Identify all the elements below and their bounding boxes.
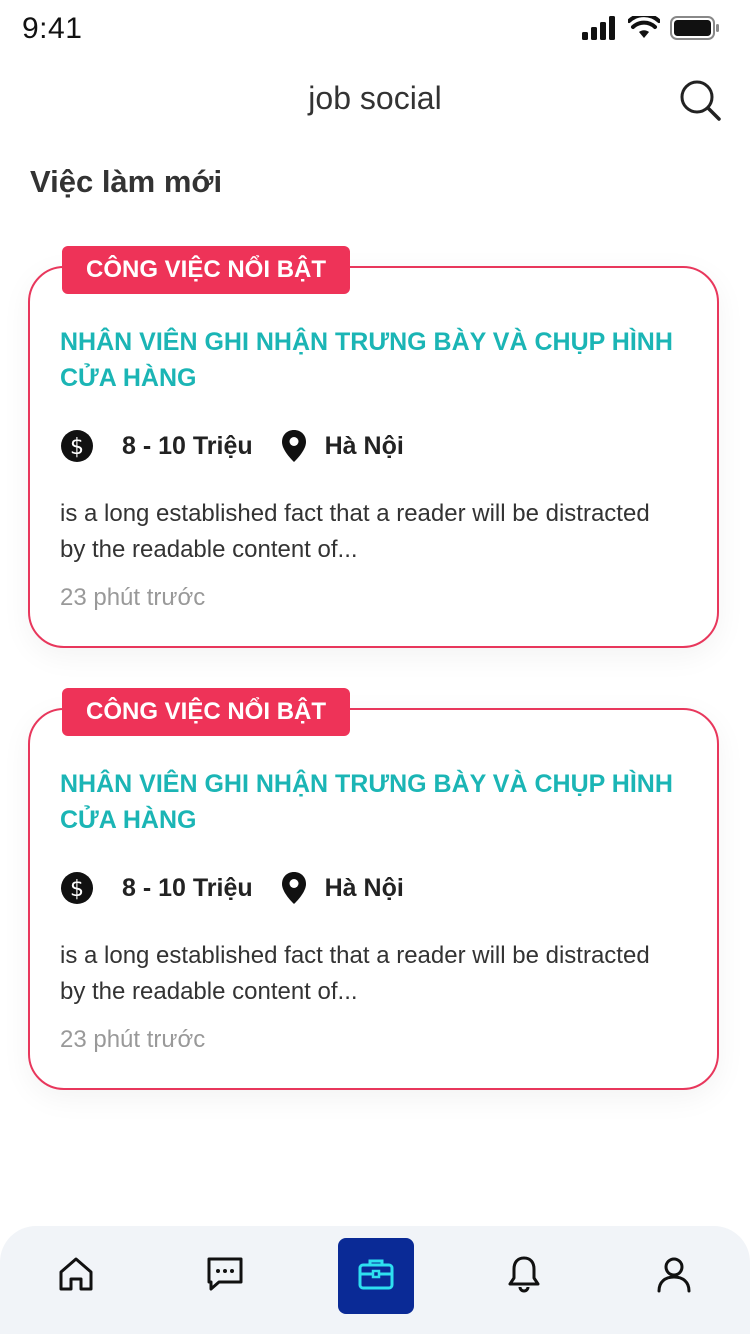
nav-notifications[interactable] [486, 1238, 562, 1314]
job-meta: $ 8 - 10 Triệu Hà Nội [60, 428, 404, 464]
location-pin-icon [277, 871, 311, 905]
bottom-nav [0, 1226, 750, 1334]
dollar-icon: $ [60, 429, 94, 463]
battery-icon [670, 16, 720, 45]
home-icon [56, 1254, 96, 1299]
job-meta: $ 8 - 10 Triệu Hà Nội [60, 870, 404, 906]
job-description: is a long established fact that a reader… [60, 500, 650, 563]
job-title[interactable]: NHÂN VIÊN GHI NHẬN TRƯNG BÀY VÀ CHỤP HÌN… [60, 324, 680, 396]
search-button[interactable] [676, 78, 724, 126]
job-card[interactable]: CÔNG VIỆC NỔI BẬT NHÂN VIÊN GHI NHẬN TRƯ… [28, 688, 719, 1090]
search-icon [678, 78, 722, 127]
status-bar: 9:41 [0, 0, 750, 60]
job-title[interactable]: NHÂN VIÊN GHI NHẬN TRƯNG BÀY VÀ CHỤP HÌN… [60, 766, 680, 838]
job-card[interactable]: CÔNG VIỆC NỔI BẬT NHÂN VIÊN GHI NHẬN TRƯ… [28, 246, 719, 648]
status-icons [582, 13, 720, 45]
briefcase-icon [356, 1254, 396, 1299]
bell-icon [504, 1254, 544, 1299]
section-title: Việc làm mới [30, 164, 223, 199]
nav-profile[interactable] [636, 1238, 712, 1314]
dollar-icon: $ [60, 871, 94, 905]
svg-text:$: $ [70, 435, 84, 460]
salary: 8 - 10 Triệu [122, 431, 253, 460]
status-time: 9:41 [22, 12, 83, 45]
location: Hà Nội [324, 873, 404, 902]
nav-home[interactable] [38, 1238, 114, 1314]
location: Hà Nội [324, 431, 404, 460]
app-header: job social [0, 70, 750, 130]
svg-text:$: $ [70, 877, 84, 902]
wifi-icon [627, 13, 661, 45]
posted-time: 23 phút trước [60, 584, 206, 611]
nav-messages[interactable] [187, 1238, 263, 1314]
job-description: is a long established fact that a reader… [60, 942, 650, 1005]
user-icon [654, 1254, 694, 1299]
app-title: job social [308, 80, 442, 116]
nav-jobs[interactable] [338, 1238, 414, 1314]
signal-icon [582, 16, 618, 45]
salary: 8 - 10 Triệu [122, 873, 253, 902]
posted-time: 23 phút trước [60, 1026, 206, 1053]
featured-badge: CÔNG VIỆC NỔI BẬT [62, 688, 351, 736]
message-icon [205, 1254, 245, 1299]
featured-badge: CÔNG VIỆC NỔI BẬT [62, 246, 351, 294]
location-pin-icon [277, 429, 311, 463]
